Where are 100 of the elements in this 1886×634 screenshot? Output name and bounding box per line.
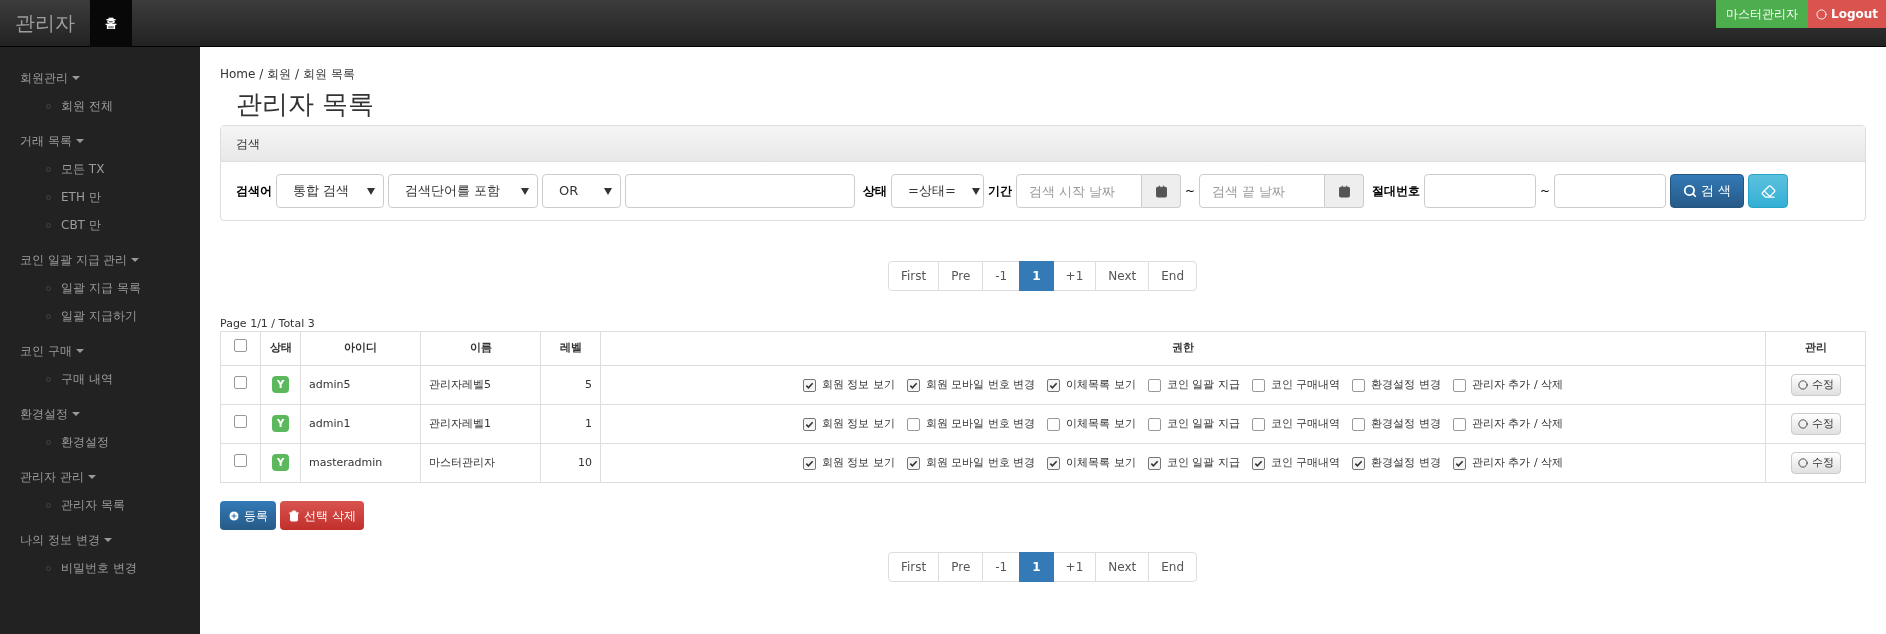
sidebar-item[interactable]: 일괄 지급하기 [61,307,137,325]
checkbox[interactable] [1047,456,1061,470]
sidebar-item[interactable]: ETH 만 [61,188,101,206]
edit-button[interactable]: 수정 [1790,451,1841,475]
range-tilde: ~ [1185,183,1196,200]
sidebar-item[interactable]: 모든 TX [61,160,105,178]
caret-icon [72,412,80,416]
checkbox[interactable] [234,375,247,389]
input-field[interactable] [1424,174,1537,208]
permission-label: 회원 정보 보기 [821,415,895,432]
brand-title[interactable]: 관리자 [0,8,90,38]
permission-label: 코인 구매내역 [1270,454,1341,471]
sidebar-item[interactable]: 환경설정 [61,433,109,451]
search-icon [1683,184,1698,198]
select-dropdown[interactable]: =상태= [891,174,984,208]
dropdown-arrow-icon [971,187,980,195]
sidebar-group[interactable]: 거래 목록 [20,132,84,150]
sidebar-group[interactable]: 환경설정 [20,405,80,423]
sidebar-item[interactable]: 관리자 목록 [61,496,125,514]
delete-button[interactable]: 선택 삭제 [280,501,364,530]
checkbox[interactable] [802,378,816,392]
pagination-link[interactable]: 1 [1019,261,1054,291]
checkbox[interactable] [1352,378,1366,392]
dropdown-arrow-icon [604,187,612,195]
checkbox[interactable] [234,414,247,428]
sidebar-group[interactable]: 관리자 관리 [20,468,96,486]
nav-tab[interactable]: 홈 [90,0,132,47]
eraser-icon [1760,183,1776,199]
checkbox[interactable] [1047,378,1061,392]
checkbox[interactable] [802,456,816,470]
checkbox[interactable] [1147,417,1161,431]
sidebar-group[interactable]: 코인 구매 [20,342,84,360]
date-field[interactable]: 검색 끝 날짜 [1199,174,1326,208]
permission-label: 코인 일괄 지급 [1166,454,1240,471]
circle-icon [1797,380,1808,390]
sidebar-item[interactable]: 비밀번호 변경 [61,559,137,577]
select-dropdown[interactable]: OR [542,174,621,208]
permission-label: 관리자 추가 / 삭제 [1471,415,1564,432]
pagination-link[interactable]: -1 [982,552,1021,582]
checkbox[interactable] [1251,456,1265,470]
table-cell: admin5 [309,377,351,391]
select-dropdown[interactable]: 검색단어를 포함 [388,174,538,208]
pagination-link[interactable]: +1 [1052,552,1097,582]
trash-icon [288,509,300,522]
permission-label: 이체목록 보기 [1066,454,1136,471]
pagination-link[interactable]: Pre [938,552,984,582]
table-cell: masteradmin [309,455,383,469]
checkbox[interactable] [1452,417,1466,431]
sidebar-group[interactable]: 코인 일괄 지급 관리 [20,251,140,269]
column-header: 상태 [269,341,292,355]
checkbox[interactable] [1147,456,1161,470]
checkbox[interactable] [1352,456,1366,470]
checkbox[interactable] [1147,378,1161,392]
calendar-button[interactable] [1325,174,1365,208]
checkbox[interactable] [1251,378,1265,392]
search-button[interactable]: 검 색 [1670,174,1745,208]
field-label: 검색어 [236,183,272,200]
input-field[interactable] [1554,174,1667,208]
pagination-link[interactable]: First [887,261,940,291]
checkbox[interactable] [1047,417,1061,431]
pagination-link[interactable]: End [1148,261,1198,291]
checkbox[interactable] [906,417,920,431]
checkbox[interactable] [1452,378,1466,392]
pagination-link[interactable]: 1 [1019,552,1054,582]
caret-icon [75,349,84,353]
sidebar-item[interactable]: 회원 전체 [61,97,113,115]
checkbox[interactable] [234,339,247,353]
edit-button[interactable]: 수정 [1790,412,1841,436]
permission-label: 코인 일괄 지급 [1166,415,1240,432]
column-header: 레벨 [559,341,582,355]
checkbox[interactable] [802,417,816,431]
pagination-link[interactable]: Next [1095,552,1150,582]
calendar-button[interactable] [1142,174,1181,208]
checkbox[interactable] [906,456,920,470]
checkbox[interactable] [1352,417,1366,431]
pagination-link[interactable]: First [887,552,940,582]
edit-button[interactable]: 수정 [1790,373,1841,397]
sidebar-group[interactable]: 나의 정보 변경 [20,531,112,549]
pagination-link[interactable]: Next [1095,261,1150,291]
date-field[interactable]: 검색 시작 날짜 [1016,174,1142,208]
checkbox[interactable] [234,453,247,467]
column-header: 권한 [1172,341,1194,355]
checkbox[interactable] [1452,456,1466,470]
sidebar-group[interactable]: 회원관리 [20,69,80,87]
checkbox[interactable] [906,378,920,392]
register-button[interactable]: 등록 [220,501,276,530]
sidebar-item[interactable]: CBT 만 [61,216,101,234]
permission-label: 이체목록 보기 [1066,376,1136,393]
input-field[interactable] [625,174,855,208]
pagination-link[interactable]: -1 [982,261,1021,291]
sidebar-item[interactable]: 일괄 지급 목록 [61,279,141,297]
table-cell: admin1 [309,416,351,430]
pagination-link[interactable]: Pre [938,261,984,291]
pagination-link[interactable]: +1 [1052,261,1097,291]
clear-button[interactable] [1748,174,1789,208]
pagination-link[interactable]: End [1148,552,1198,582]
sidebar-item[interactable]: 구매 내역 [61,370,113,388]
logout-button[interactable]: Logout [1808,0,1886,28]
checkbox[interactable] [1251,417,1265,431]
select-dropdown[interactable]: 통합 검색 [276,174,384,208]
